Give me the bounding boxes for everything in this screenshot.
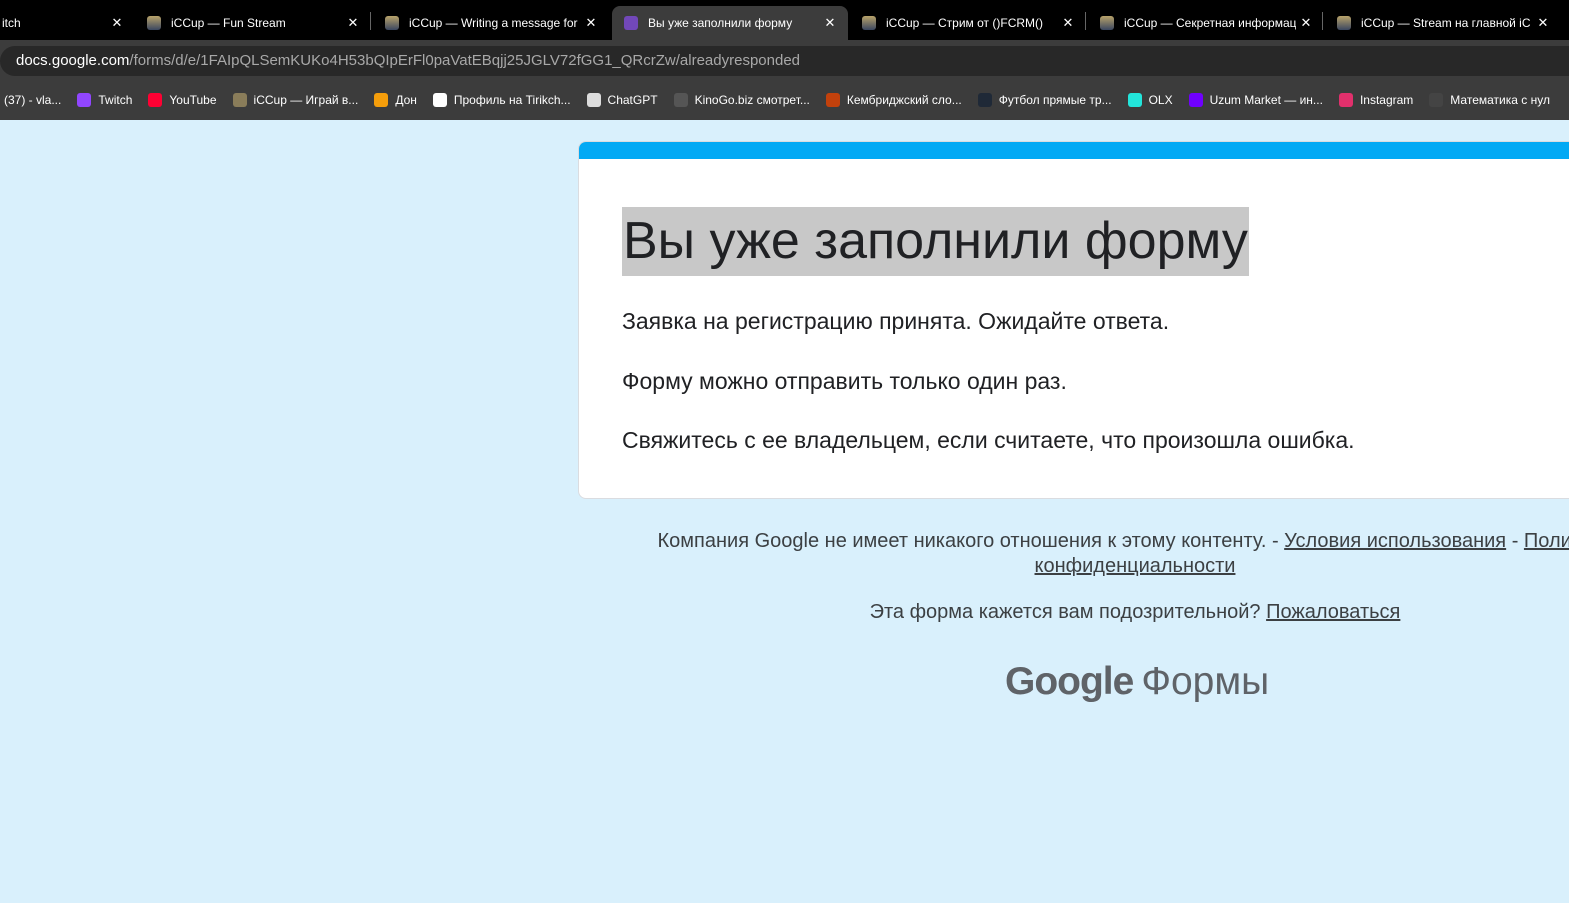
bookmark-label: Профиль на Tirikch... xyxy=(453,93,571,107)
terms-link[interactable]: Условия использования xyxy=(1284,530,1506,552)
tab-title: iCCup — Stream на главной iC xyxy=(1361,16,1531,30)
tab[interactable]: itch ✕ xyxy=(0,6,135,40)
bookmark[interactable]: Instagram xyxy=(1338,93,1414,107)
iccup-icon xyxy=(862,16,876,30)
close-icon[interactable]: ✕ xyxy=(820,15,840,31)
logo-google: Google xyxy=(1005,660,1134,703)
bookmark-icon xyxy=(1188,93,1203,107)
close-icon[interactable]: ✕ xyxy=(107,15,127,31)
bookmark-icon xyxy=(77,93,92,107)
disclaimer: Компания Google не имеет никакого отноше… xyxy=(600,529,1569,579)
bookmark-label: Instagram xyxy=(1359,93,1414,107)
bookmark[interactable]: Twitch xyxy=(77,93,132,107)
close-icon[interactable]: ✕ xyxy=(1533,15,1553,31)
tab-separator xyxy=(1322,12,1323,30)
bookmark-label: Twitch xyxy=(98,93,133,107)
message-accepted: Заявка на регистрацию принята. Ожидайте … xyxy=(622,308,1170,334)
google-forms-logo[interactable]: Google Формы xyxy=(1005,660,1269,704)
report-line: Эта форма кажется вам подозрительной? По… xyxy=(600,600,1569,625)
url-path: /forms/d/e/1FAIpQLSemKUKo4H53bQIpErFl0pa… xyxy=(129,52,801,69)
address-bar-container: docs.google.com/forms/d/e/1FAIpQLSemKUKo… xyxy=(0,40,1569,80)
bookmark-icon xyxy=(374,93,389,107)
address-bar[interactable]: docs.google.com/forms/d/e/1FAIpQLSemKUKo… xyxy=(0,46,1569,76)
form-accent-bar xyxy=(579,142,1569,159)
bookmark-label: YouTube xyxy=(169,93,217,107)
iccup-icon xyxy=(1337,16,1351,30)
page-title: Вы уже заполнили форму xyxy=(622,207,1249,276)
close-icon[interactable]: ✕ xyxy=(343,15,363,31)
bookmark-icon xyxy=(1127,93,1142,107)
bookmark[interactable]: Футбол прямые тр... xyxy=(977,93,1112,107)
tab-title: iCCup — Writing a message for xyxy=(409,16,578,30)
tab-title: itch xyxy=(2,16,21,30)
bookmark-icon xyxy=(148,93,163,107)
bookmark-icon xyxy=(586,93,601,107)
bookmark[interactable]: OLX xyxy=(1127,93,1173,107)
bookmark-icon xyxy=(432,93,447,107)
bookmark[interactable]: Математика с нул xyxy=(1429,93,1550,107)
tab-separator xyxy=(1085,12,1086,30)
bookmark-label: Кембриджский сло... xyxy=(846,93,962,107)
bookmark-label: Дон xyxy=(395,93,417,107)
tab[interactable]: iCCup — Writing a message for ✕ xyxy=(373,6,609,40)
url-host: docs.google.com xyxy=(16,52,130,69)
disclaimer-text: Компания Google не имеет никакого отноше… xyxy=(657,530,1285,552)
tab-title: Вы уже заполнили форму xyxy=(648,16,793,30)
bookmark[interactable]: YouTube xyxy=(148,93,217,107)
bookmarks-bar: (37) - vla... Twitch YouTube iCCup — Играй … xyxy=(0,80,1569,120)
bookmark-icon xyxy=(1429,93,1444,107)
bookmark[interactable]: iCCup — Играй в... xyxy=(232,93,359,107)
bookmark-icon xyxy=(1338,93,1353,107)
bookmark-icon xyxy=(825,93,840,107)
tab[interactable]: Вы уже заполнили форму ✕ xyxy=(612,6,848,40)
bookmark-label: Математика с нул xyxy=(1450,93,1550,107)
iccup-icon xyxy=(385,16,399,30)
suspicious-text: Эта форма кажется вам подозрительной? xyxy=(869,601,1267,623)
bookmark-icon xyxy=(232,93,247,107)
iccup-icon xyxy=(1100,16,1114,30)
bookmark[interactable]: Дон xyxy=(374,93,417,107)
bookmark-icon xyxy=(977,93,992,107)
separator: - xyxy=(1506,530,1524,552)
close-icon[interactable]: ✕ xyxy=(1058,15,1078,31)
bookmark-label: iCCup — Играй в... xyxy=(253,93,359,107)
close-icon[interactable]: ✕ xyxy=(1296,15,1316,31)
tab[interactable]: iCCup — Стрим от ()FCRM() ✕ xyxy=(850,6,1086,40)
bookmark[interactable]: Uzum Market — ин... xyxy=(1188,93,1323,107)
bookmark-label: OLX xyxy=(1148,93,1173,107)
bookmark[interactable]: ChatGPT xyxy=(586,93,658,107)
bookmark-icon xyxy=(673,93,688,107)
tab-strip: itch ✕ iCCup — Fun Stream ✕ iCCup — Writing … xyxy=(0,0,1569,40)
bookmark[interactable]: (37) - vla... xyxy=(4,93,61,107)
tab-separator xyxy=(370,12,371,30)
iccup-icon xyxy=(147,16,161,30)
tab-title: iCCup — Стрим от ()FCRM() xyxy=(886,16,1044,30)
bookmark-label: KinoGo.biz смотрет... xyxy=(694,93,810,107)
logo-forms: Формы xyxy=(1141,660,1270,703)
report-link[interactable]: Пожаловаться xyxy=(1266,601,1400,623)
bookmark-label: (37) - vla... xyxy=(4,93,62,107)
tab[interactable]: iCCup — Секретная информац ✕ xyxy=(1088,6,1324,40)
message-once: Форму можно отправить только один раз. xyxy=(622,368,1067,394)
forms-icon xyxy=(624,16,638,30)
form-card: Вы уже заполнили форму Заявка на регистр… xyxy=(578,141,1569,499)
tab-title: iCCup — Секретная информац xyxy=(1124,16,1296,30)
tab[interactable]: iCCup — Fun Stream ✕ xyxy=(135,6,371,40)
tab[interactable]: iCCup — Stream на главной iC ✕ xyxy=(1325,6,1561,40)
bookmark-label: Футбол прямые тр... xyxy=(998,93,1112,107)
close-icon[interactable]: ✕ xyxy=(581,15,601,31)
bookmark[interactable]: Профиль на Tirikch... xyxy=(432,93,571,107)
bookmark[interactable]: KinoGo.biz смотрет... xyxy=(673,93,810,107)
bookmark-label: ChatGPT xyxy=(607,93,658,107)
tab-title: iCCup — Fun Stream xyxy=(171,16,286,30)
message-contact: Свяжитесь с ее владельцем, если считаете… xyxy=(622,427,1355,453)
bookmark[interactable]: Кембриджский сло... xyxy=(825,93,962,107)
bookmark-label: Uzum Market — ин... xyxy=(1209,93,1323,107)
